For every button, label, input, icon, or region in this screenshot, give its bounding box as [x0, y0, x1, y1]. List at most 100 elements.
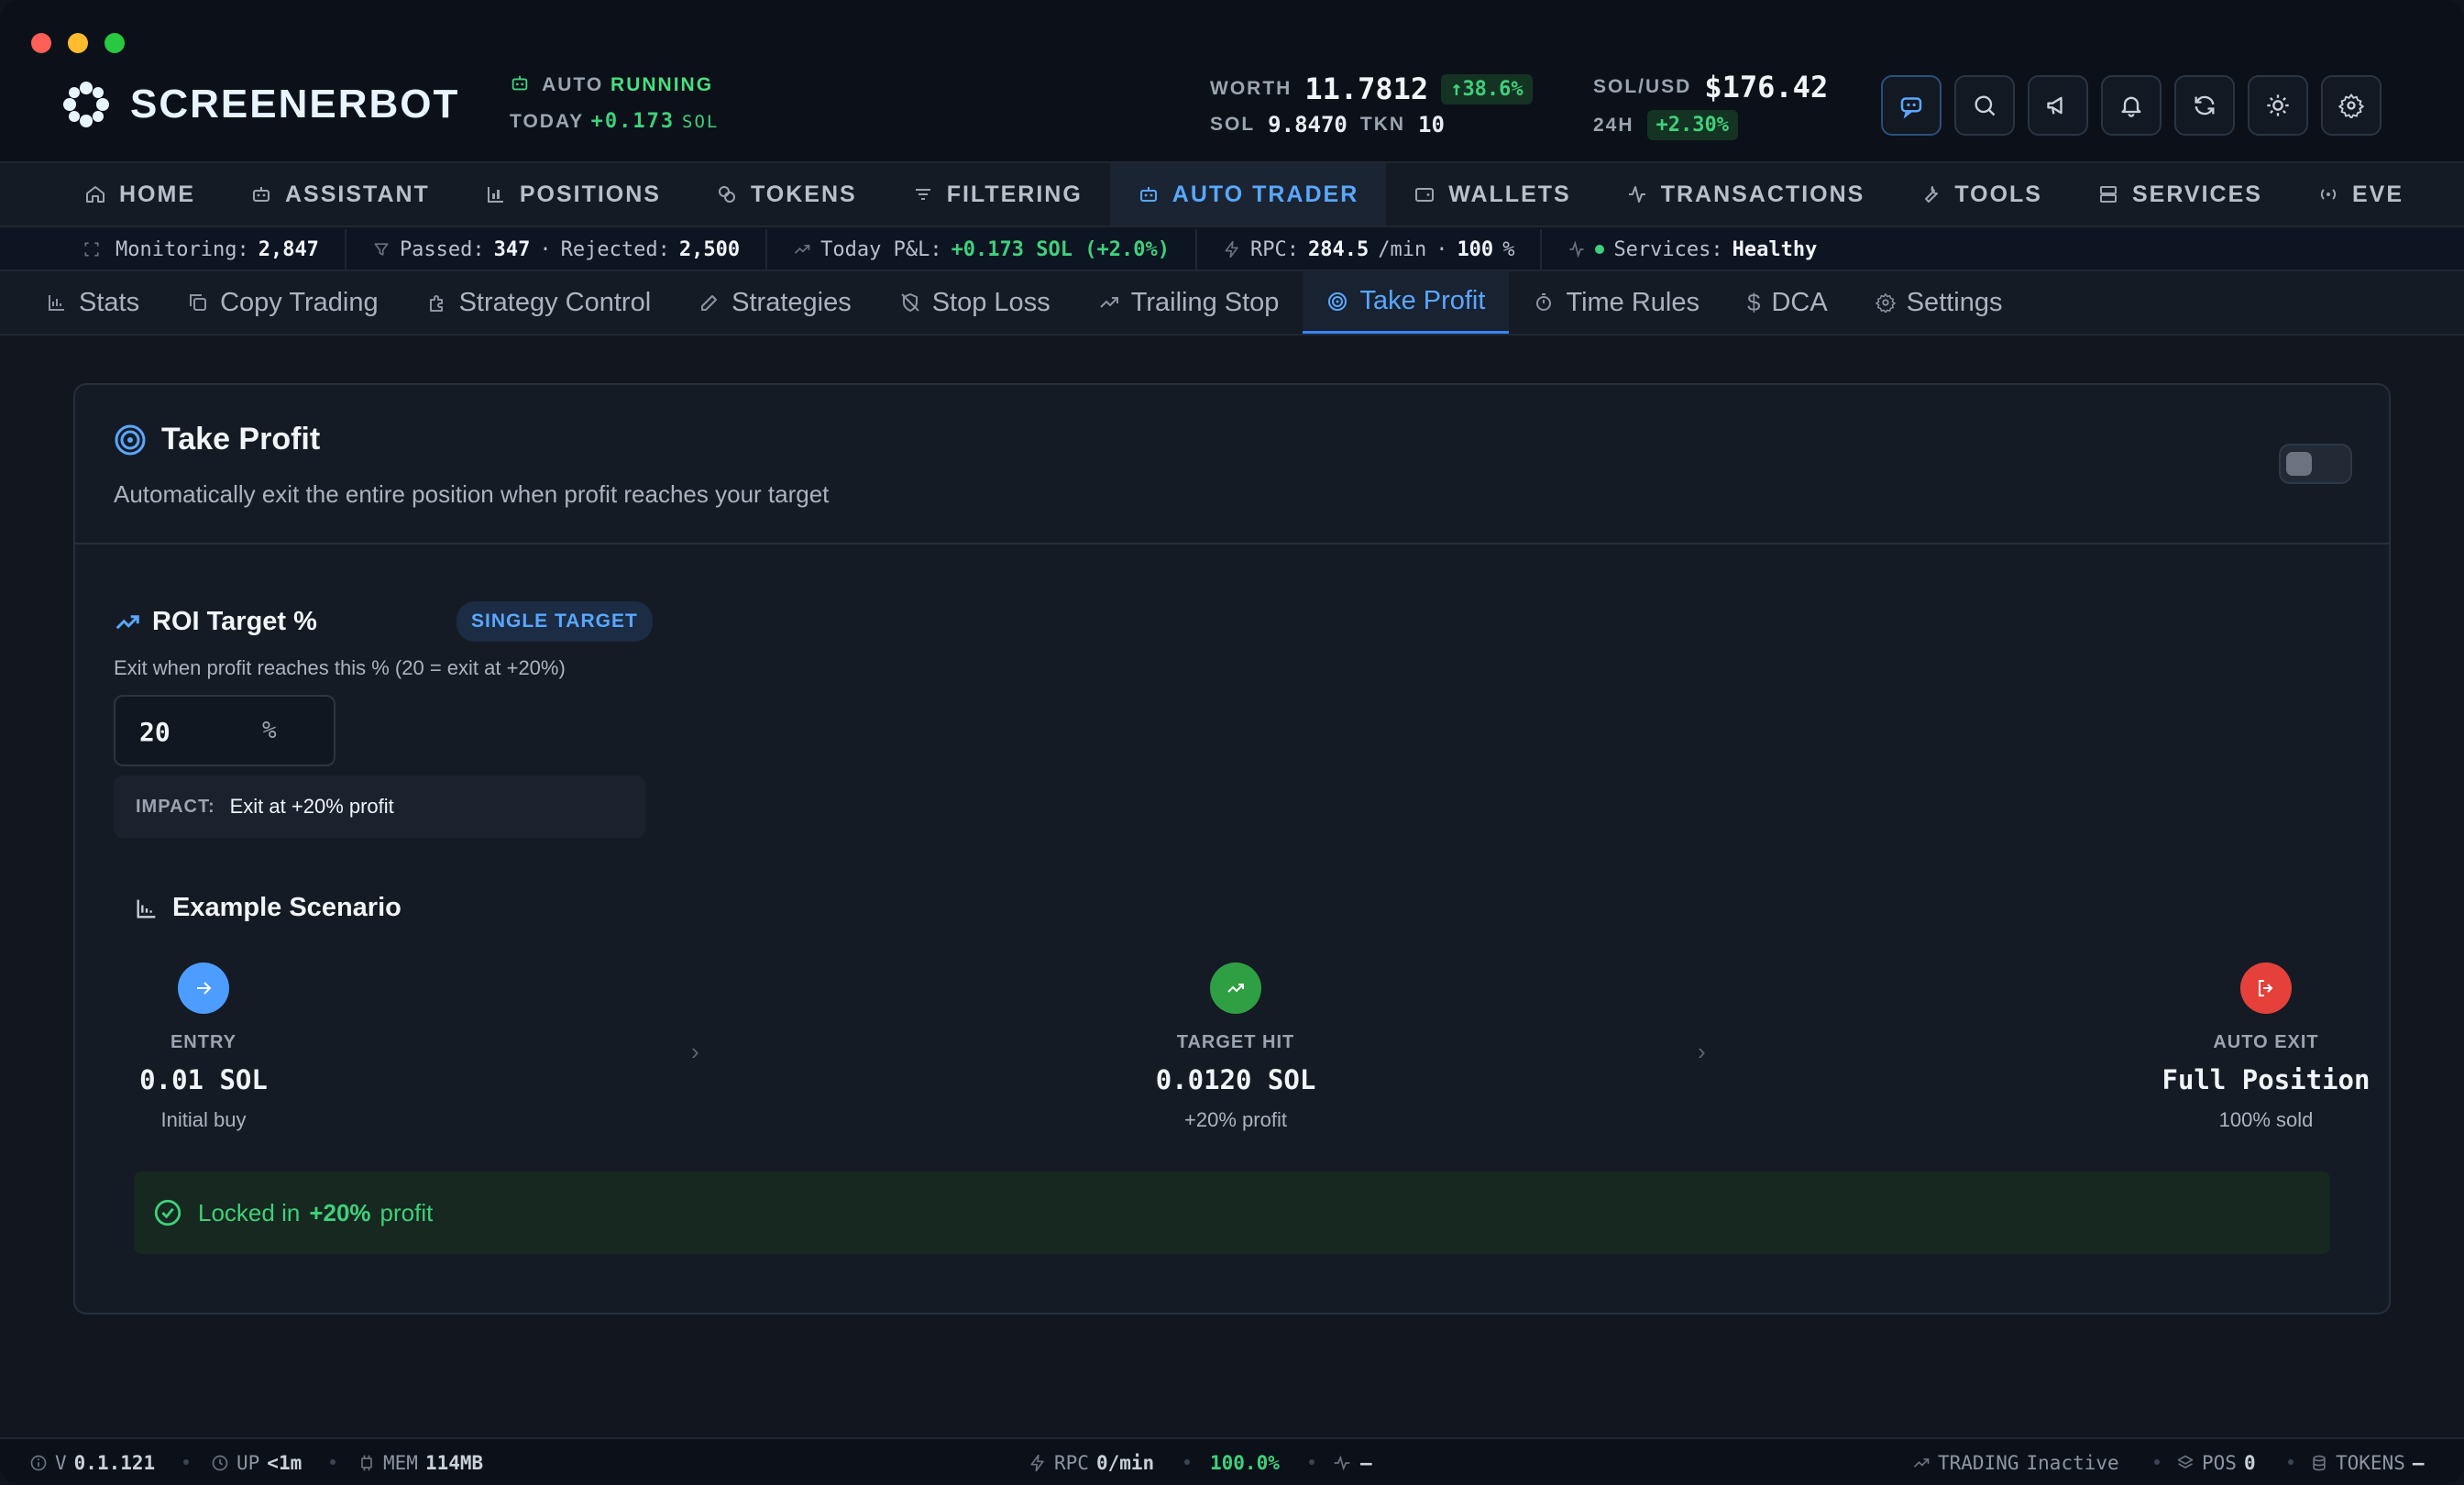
- tab-strategies[interactable]: Strategies: [675, 271, 875, 334]
- trading-value: Inactive: [2026, 1452, 2119, 1474]
- passed-label: Passed:: [399, 237, 485, 261]
- today-unit: SOL: [682, 112, 720, 132]
- nav-item-assistant[interactable]: ASSISTANT: [223, 163, 457, 226]
- close-window-button[interactable]: [31, 33, 51, 53]
- locked-profit-banner: Locked in +20% profit: [134, 1172, 2330, 1254]
- step-auto-exit: AUTO EXIT Full Position 100% sold: [2128, 962, 2404, 1132]
- chevron-right-icon: ›: [1698, 1038, 1706, 1065]
- step-sub: Initial buy: [160, 1108, 247, 1131]
- nav-item-events[interactable]: EVE: [2290, 163, 2431, 226]
- solusd-label: SOL/USD: [1593, 76, 1692, 97]
- tab-stats[interactable]: Stats: [22, 271, 163, 334]
- tab-take-profit[interactable]: Take Profit: [1303, 271, 1510, 334]
- tab-label: Strategies: [732, 287, 852, 317]
- nav-item-transactions[interactable]: TRANSACTIONS: [1599, 163, 1893, 226]
- gear-icon: [2338, 94, 2364, 118]
- uptime-info: UP <1m: [211, 1452, 302, 1474]
- services-label: Services:: [1613, 237, 1723, 261]
- roi-target-input[interactable]: 20 %: [114, 695, 336, 766]
- pnl-stat: Today P&L: +0.173 SOL (+2.0%): [767, 229, 1197, 270]
- tokens-info: TOKENS –: [2310, 1452, 2425, 1474]
- trading-info: TRADING Inactive: [1912, 1452, 2119, 1474]
- cpu-icon: [361, 1455, 372, 1471]
- check-circle-icon: [154, 1199, 182, 1226]
- edit-icon: [701, 295, 718, 311]
- locked-suffix: profit: [380, 1198, 434, 1226]
- tab-time-rules[interactable]: Time Rules: [1509, 271, 1723, 334]
- activity-icon: [1628, 186, 1645, 203]
- search-button[interactable]: [1954, 75, 2015, 136]
- chevron-right-icon: ›: [691, 1038, 699, 1065]
- log-out-icon: [2240, 962, 2292, 1014]
- services-stat: Services: Healthy: [1542, 229, 1842, 270]
- rpc-label: RPC: [1054, 1452, 1089, 1474]
- sol-value: 9.8470: [1268, 112, 1348, 138]
- mem-label: MEM: [383, 1452, 418, 1474]
- separator-dot: [330, 1459, 336, 1465]
- nav-item-tokens[interactable]: TOKENS: [688, 163, 885, 226]
- copy-icon: [190, 294, 207, 311]
- memory-info: MEM 114MB: [358, 1452, 483, 1474]
- today-label: TODAY: [510, 111, 584, 132]
- auto-state: RUNNING: [610, 74, 714, 95]
- flower-logo-icon: [63, 82, 109, 127]
- h24-label: 24H: [1593, 114, 1634, 136]
- tab-trailing-stop[interactable]: Trailing Stop: [1074, 271, 1304, 334]
- brand-logo[interactable]: SCREENERBOT: [62, 81, 459, 128]
- megaphone-icon: [2047, 96, 2062, 115]
- theme-toggle-button[interactable]: [2248, 75, 2308, 136]
- header-actions: [1881, 75, 2382, 136]
- settings-button[interactable]: [2321, 75, 2382, 136]
- announcements-button[interactable]: [2028, 75, 2088, 136]
- positions-info: POS 0: [2176, 1452, 2256, 1474]
- assistant-button[interactable]: [1881, 75, 1942, 136]
- today-pnl: TODAY +0.173 SOL: [510, 110, 719, 133]
- auto-label: AUTO: [542, 74, 604, 95]
- nav-item-filtering[interactable]: FILTERING: [885, 163, 1110, 226]
- pnl-value: +0.173 SOL (+2.0%): [951, 237, 1170, 261]
- example-title: Example Scenario: [134, 893, 402, 923]
- tab-strategy-control[interactable]: Strategy Control: [402, 271, 676, 334]
- nav-item-auto-trader[interactable]: AUTO TRADER: [1109, 163, 1387, 226]
- minimize-window-button[interactable]: [68, 33, 88, 53]
- nav-label: FILTERING: [946, 181, 1083, 207]
- nav-item-services[interactable]: SERVICES: [2070, 163, 2290, 226]
- rpc-value: 0/min: [1095, 1452, 1155, 1474]
- worth-change: 38.6%: [1462, 77, 1524, 101]
- database-icon: [2313, 1455, 2326, 1471]
- passed-value: 347: [493, 237, 531, 261]
- clock-icon: [212, 1455, 228, 1471]
- tab-stop-loss[interactable]: Stop Loss: [875, 271, 1074, 334]
- nav-item-wallets[interactable]: WALLETS: [1386, 163, 1598, 226]
- sun-icon: [2267, 94, 2289, 116]
- trending-up-icon: [795, 245, 810, 254]
- maximize-window-button[interactable]: [104, 33, 125, 53]
- tab-dca[interactable]: $ DCA: [1723, 271, 1852, 334]
- impact-label: IMPACT:: [136, 796, 215, 817]
- nav-label: POSITIONS: [519, 181, 661, 207]
- zap-icon: [1030, 1454, 1044, 1472]
- step-sub: 100% sold: [2218, 1108, 2314, 1131]
- nav-item-positions[interactable]: POSITIONS: [457, 163, 688, 226]
- sol-label: SOL: [1210, 114, 1256, 135]
- gear-icon: [1875, 293, 1896, 313]
- wallet-icon: [1415, 188, 1435, 202]
- tab-settings[interactable]: Settings: [1852, 271, 2027, 334]
- tab-label: Strategy Control: [458, 287, 652, 317]
- rpc-pct-unit: %: [1502, 237, 1515, 261]
- rpc-label: RPC:: [1249, 237, 1299, 261]
- tkn-label: TKN: [1359, 114, 1406, 135]
- mem-value: 114MB: [424, 1452, 484, 1474]
- nav-item-home[interactable]: HOME: [57, 163, 223, 226]
- nav-item-tools[interactable]: TOOLS: [1892, 163, 2070, 226]
- version-value: 0.1.121: [73, 1452, 156, 1474]
- tab-label: Stop Loss: [931, 287, 1050, 317]
- health-dot: [1595, 245, 1605, 254]
- tab-copy-trading[interactable]: Copy Trading: [163, 271, 402, 334]
- services-value: Healthy: [1732, 237, 1818, 261]
- uptime-value: <1m: [267, 1452, 302, 1474]
- dollar-icon: $: [1747, 288, 1761, 316]
- notifications-button[interactable]: [2101, 75, 2162, 136]
- refresh-button[interactable]: [2174, 75, 2235, 136]
- enable-toggle[interactable]: [2279, 444, 2352, 484]
